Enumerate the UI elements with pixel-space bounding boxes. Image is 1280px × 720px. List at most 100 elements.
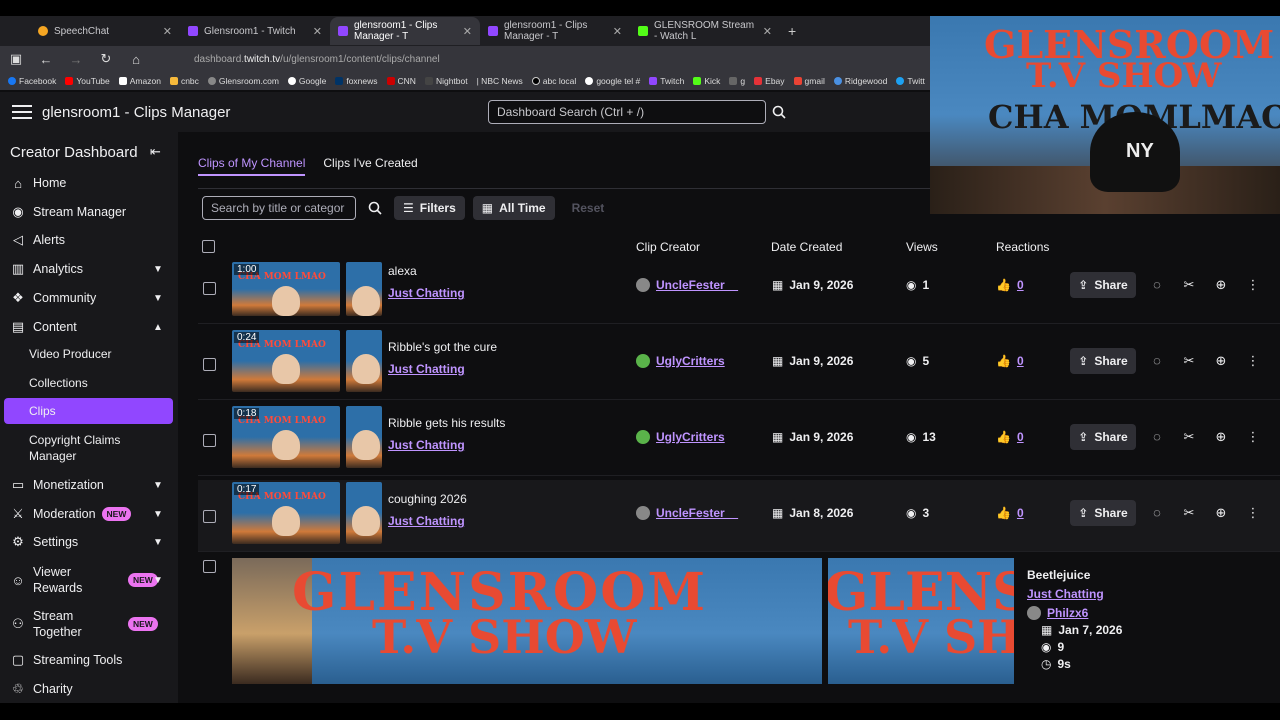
bookmark-cnn[interactable]: CNN [386,76,416,86]
sidebar-item-monetization[interactable]: ▭ Monetization ▼ [10,477,170,493]
sidebar-item-viewer-rewards[interactable]: ☺ Viewer Rewards NEW ▼ [10,564,170,596]
chevron-down-icon[interactable]: ▼ [153,264,163,275]
sidebar-item-collections[interactable]: Collections [29,376,88,390]
table-row[interactable]: CHA MOM LMAO 0:24 Ribble's got the cure J… [198,328,1280,400]
share-button[interactable]: ⇪ Share [1070,348,1136,374]
hamburger-menu-icon[interactable] [12,105,32,119]
sidebar-item-home[interactable]: ⌂ Home [10,175,170,191]
row-checkbox[interactable] [203,358,216,371]
share-button[interactable]: ⇪ Share [1070,500,1136,526]
clip-category-link[interactable]: Just Chatting [388,514,465,528]
home-icon[interactable]: ⌂ [128,52,144,67]
clip-category-link[interactable]: Just Chatting [388,286,465,300]
bookmark-twitch[interactable]: Twitch [649,76,684,86]
share-button[interactable]: ⇪ Share [1070,424,1136,450]
filters-button[interactable]: ☰ Filters [394,196,465,220]
clip-reactions[interactable]: 👍 0 [996,430,1024,444]
sidebar-item-moderation[interactable]: ⚔ Moderation NEW ▼ [10,506,170,522]
clip-search-input[interactable]: Search by title or categor [202,196,356,220]
chevron-down-icon[interactable]: ▼ [153,537,163,548]
sidebar-item-stream-manager[interactable]: ◉ Stream Manager [10,204,170,220]
row-checkbox[interactable] [203,510,216,523]
scissors-icon[interactable]: ✂ [1181,505,1197,521]
close-icon[interactable]: ✕ [763,25,772,38]
bookmark-ridgewood[interactable]: Ridgewood [833,76,887,86]
clip-creator-link[interactable]: UncleFester__ [636,506,738,520]
bookmark-ebay[interactable]: Ebay [754,76,785,86]
bookmark-nbc[interactable]: | NBC News [477,76,523,86]
clip-reactions[interactable]: 👍 0 [996,506,1024,520]
sidebar-toggle-icon[interactable]: ▣ [8,51,24,67]
scissors-icon[interactable]: ✂ [1181,277,1197,293]
add-circle-icon[interactable]: ⊕ [1213,505,1229,521]
browser-tab-clips-manager[interactable]: glensroom1 - Clips Manager - T ✕ [480,17,630,45]
bookmark-google-tel[interactable]: google tel # [585,76,640,86]
sidebar-item-community[interactable]: ❖ Community ▼ [10,290,170,306]
clip-creator-link[interactable]: UglyCritters [636,430,725,444]
clip-reactions[interactable]: 👍 0 [996,278,1024,292]
clip-thumbnail-end[interactable] [346,330,382,392]
tab-clips-of-my-channel[interactable]: Clips of My Channel [198,156,306,176]
table-row[interactable]: CHA MOM LMAO 1:00 alexa Just Chatting Unc… [198,262,1280,324]
sidebar-item-settings[interactable]: ⚙ Settings ▼ [10,534,170,550]
clip-creator-link[interactable]: UglyCritters [636,354,725,368]
more-options-icon[interactable]: ⋮ [1245,505,1261,521]
bookmark-twitter[interactable]: Twitt [896,76,925,86]
clip-thumbnail[interactable]: CHA MOM LMAO 1:00 [232,262,340,316]
column-clip-creator[interactable]: Clip Creator [636,240,700,254]
replay-icon[interactable]: ◌ [1149,429,1165,444]
chevron-down-icon[interactable]: ▼ [153,575,163,586]
tab-clips-ive-created[interactable]: Clips I've Created [323,156,417,176]
bookmark-foxnews[interactable]: foxnews [335,76,378,86]
clip-preview-end[interactable]: GLENSROOM T.V SHOW [828,558,1014,684]
bookmark-abc[interactable]: abc local [531,76,576,86]
bookmark-amazon[interactable]: Amazon [118,76,161,86]
clip-thumbnail[interactable]: CHA MOM LMAO 0:18 [232,406,340,468]
close-icon[interactable]: ✕ [313,25,322,38]
bookmark-gmail[interactable]: gmail [793,76,825,86]
row-checkbox[interactable] [203,434,216,447]
chevron-down-icon[interactable]: ▼ [153,509,163,520]
chevron-up-icon[interactable]: ▲ [153,322,163,333]
url-field[interactable]: dashboard.twitch.tv/u/glensroom1/content… [194,54,440,65]
close-icon[interactable]: ✕ [463,25,472,38]
sidebar-item-copyright-claims[interactable]: Copyright Claims Manager [29,432,139,464]
clip-category-link[interactable]: Just Chatting [388,438,465,452]
sidebar-item-charity[interactable]: ♲ Charity [10,681,170,697]
sidebar-item-content[interactable]: ▤ Content ▲ [10,319,170,335]
clip-thumbnail-end[interactable] [346,262,382,316]
bookmark-kick[interactable]: Kick [693,76,720,86]
clip-creator-link[interactable]: Philzx6 [1027,604,1122,621]
sidebar-item-clips[interactable]: Clips [29,404,56,418]
sidebar-item-alerts[interactable]: ◁ Alerts [10,232,170,248]
clip-reactions[interactable]: 👍 0 [996,354,1024,368]
row-checkbox[interactable] [203,282,216,295]
search-icon[interactable] [364,201,386,215]
browser-tab-glensroom-stream[interactable]: GLENSROOM Stream - Watch L ✕ [630,17,780,45]
clip-thumbnail[interactable]: CHA MOM LMAO 0:24 [232,330,340,392]
column-views[interactable]: Views [906,240,938,254]
table-row[interactable]: CHA MOM LMAO 0:18 Ribble gets his results… [198,404,1280,476]
replay-icon[interactable]: ◌ [1149,505,1165,520]
more-options-icon[interactable]: ⋮ [1245,353,1261,369]
more-options-icon[interactable]: ⋮ [1245,277,1261,293]
bookmark-facebook[interactable]: Facebook [8,76,56,86]
clip-thumbnail-end[interactable] [346,482,382,544]
row-checkbox[interactable] [203,560,216,573]
sidebar-item-video-producer[interactable]: Video Producer [29,347,112,361]
browser-tab-glensroom-twitch[interactable]: Glensroom1 - Twitch ✕ [180,17,330,45]
clip-creator-link[interactable]: UncleFester__ [636,278,738,292]
column-reactions[interactable]: Reactions [996,240,1049,254]
all-time-button[interactable]: ▦ All Time [472,196,555,220]
chevron-down-icon[interactable]: ▼ [153,480,163,491]
replay-icon[interactable]: ◌ [1149,353,1165,368]
expanded-clip-row[interactable]: GLENSROOM T.V SHOW GLENSROOM T.V SHOW Be… [198,558,1280,688]
clip-preview-large[interactable]: GLENSROOM T.V SHOW [232,558,822,684]
clip-thumbnail[interactable]: CHA MOM LMAO 0:17 [232,482,340,544]
table-row[interactable]: CHA MOM LMAO 0:17 coughing 2026 Just Chat… [198,480,1280,552]
close-icon[interactable]: ✕ [163,25,172,38]
more-options-icon[interactable]: ⋮ [1245,429,1261,445]
browser-tab-speechchat[interactable]: SpeechChat ✕ [30,17,180,45]
sidebar-item-analytics[interactable]: ▥ Analytics ▼ [10,261,170,277]
bookmark-cnbc[interactable]: cnbc [169,76,199,86]
